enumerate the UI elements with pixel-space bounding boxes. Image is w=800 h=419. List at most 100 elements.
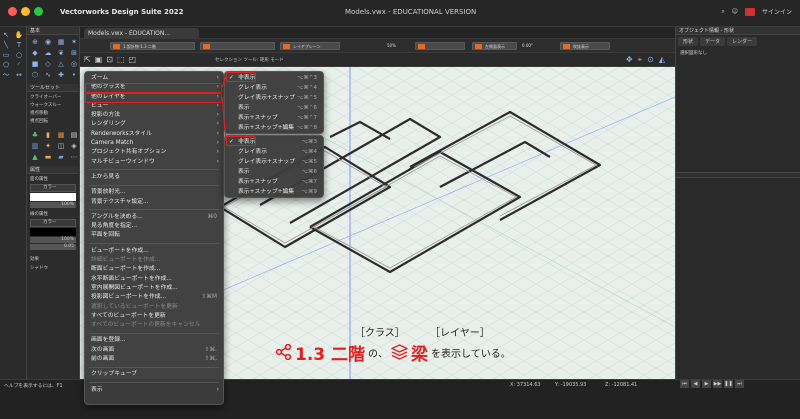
menu-item[interactable]: すべてのビューポートを更新 (85, 312, 223, 321)
line-color-swatch[interactable] (30, 228, 76, 236)
submenu-item[interactable]: 表示 ⌥⌘⌃6 (225, 103, 323, 113)
text-tool-icon[interactable]: T (13, 40, 25, 50)
menu-item[interactable]: 選択しているビューポートを更新 (85, 303, 223, 312)
menu-item[interactable]: 背景テクスチャ設定... (85, 198, 223, 207)
menu-item-display[interactable]: 表示 › (85, 386, 223, 395)
submenu-item[interactable]: 表示+スナップ+編集 ⌥⌘9 (225, 187, 323, 197)
polygon-tool-icon[interactable]: ⬠ (0, 60, 12, 70)
stair-tool-icon[interactable]: ▤ (68, 130, 80, 140)
menu-item[interactable]: レンダリング › (85, 120, 223, 129)
layer-plane-select[interactable]: レイヤプレーン (280, 42, 340, 50)
line-tool-icon[interactable]: ╲ (0, 40, 12, 50)
cloud-tool-icon[interactable]: ☁ (42, 48, 54, 58)
mode-icon-2[interactable]: ▣ (95, 55, 103, 64)
user-icon[interactable]: ☺ (732, 8, 738, 15)
snap-icon-1[interactable]: ✥ (626, 55, 633, 65)
toolset-item[interactable]: クライオーバー (30, 94, 76, 102)
grid-tool-icon[interactable]: ⊞ (68, 48, 80, 58)
zoom-window-button[interactable] (34, 7, 43, 16)
notification-icon[interactable] (744, 7, 755, 16)
star-tool-icon[interactable]: ✶ (68, 37, 80, 47)
ring-tool-icon[interactable]: ◎ (68, 59, 80, 69)
plant-tool-icon[interactable]: ♣ (29, 130, 41, 140)
submenu-item[interactable]: グレイ表示+スナップ ⌥⌘⌃5 (225, 93, 323, 103)
submenu-item[interactable]: グレイ表示 ⌥⌘⌃4 (225, 83, 323, 93)
minimize-window-button[interactable] (21, 7, 30, 16)
window-tool-icon[interactable]: ▩ (55, 130, 67, 140)
menu-item[interactable]: 前の画面 ⇧⌘, (85, 355, 223, 364)
arc-tool-icon[interactable]: ◜ (13, 60, 25, 70)
curve-tool-icon[interactable]: ∿ (42, 70, 54, 80)
triangle-tool-icon[interactable]: △ (55, 59, 67, 69)
close-window-button[interactable] (8, 7, 17, 16)
menu-item[interactable]: プロジェクト共有オプション › (85, 148, 223, 157)
selection-tool-icon[interactable]: ↖ (0, 30, 12, 40)
menu-item[interactable]: 次の画面 ⇧⌘. (85, 346, 223, 355)
mode-icon-4[interactable]: ⬚ (117, 55, 125, 64)
menu-item[interactable]: ビューポートを作成... (85, 247, 223, 256)
leaf-tool-icon[interactable]: ❦ (55, 48, 67, 58)
freehand-tool-icon[interactable]: 〜 (0, 70, 12, 80)
menu-item[interactable]: 投影の方法 › (85, 111, 223, 120)
pan-tool-icon[interactable]: ✋ (13, 30, 25, 40)
tab-data[interactable]: データ (700, 37, 726, 46)
snap-icon-4[interactable]: ◭ (659, 55, 665, 65)
menu-item-clip-cube[interactable]: クリップキューブ (85, 370, 223, 379)
document-tab[interactable]: Models.vwx - EDUCATION... (84, 28, 199, 39)
door-tool-icon[interactable]: ▮ (42, 130, 54, 140)
toolset-item[interactable]: ウォークスルー (30, 102, 76, 110)
mode-icon-3[interactable]: ⊡ (106, 55, 113, 64)
menu-item[interactable]: アングルを決める... ⌘0 (85, 213, 223, 222)
cross-tool-icon[interactable]: ✚ (55, 70, 67, 80)
zoom-level[interactable]: 50% (385, 42, 405, 50)
nav-prev-icon[interactable]: ◀ (691, 380, 700, 388)
eye-tool-icon[interactable]: ◉ (42, 37, 54, 47)
line-thickness[interactable]: 0.05 (30, 244, 76, 250)
menu-item[interactable]: 平面を回転 (85, 231, 223, 240)
class-select[interactable]: 1.設計物-1.3 二階 (110, 42, 195, 50)
snap-icon-3[interactable]: ⊙ (647, 55, 654, 65)
more-tool-icon[interactable]: ⋯ (68, 152, 80, 162)
dot-tool-icon[interactable]: • (68, 70, 80, 80)
nav-first-icon[interactable]: ⏮ (680, 380, 689, 388)
submenu-item[interactable]: グレイ表示+スナップ ⌥⌘5 (225, 157, 323, 167)
square-tool-icon[interactable]: ■ (29, 59, 41, 69)
submenu-item[interactable]: 表示+スナップ ⌥⌘⌃7 (225, 113, 323, 123)
submenu-item[interactable]: 表示 ⌥⌘6 (225, 167, 323, 177)
tab-render[interactable]: レンダー (727, 37, 758, 46)
saved-view-select[interactable]: 吹抜表示 (560, 42, 610, 50)
fill-style-select[interactable]: カラー (30, 184, 76, 192)
nav-play-icon[interactable]: ▶▶ (713, 380, 722, 388)
submenu-item[interactable]: グレイ表示 ⌥⌘4 (225, 147, 323, 157)
fill-opacity[interactable]: 100% (30, 202, 76, 208)
mode-icon-1[interactable]: ⇱ (84, 55, 91, 64)
slab-tool-icon[interactable]: ▰ (55, 152, 67, 162)
render-mode-select[interactable]: 左側面表示 (472, 42, 517, 50)
hex-tool-icon[interactable]: ⬡ (29, 70, 41, 80)
site-tool-icon[interactable]: ▲ (29, 152, 41, 162)
menu-item[interactable]: ズーム › (85, 74, 223, 83)
menu-item[interactable]: 断面ビューポートを作成... (85, 265, 223, 274)
tab-shape[interactable]: 形状 (678, 37, 699, 46)
menu-item[interactable]: マルチビューウインドウ › (85, 158, 223, 167)
line-style-select[interactable]: カラー (30, 219, 76, 227)
menu-item[interactable]: Camera Match › (85, 139, 223, 148)
toolset-item[interactable]: 視点移動 (30, 110, 76, 118)
shape-tool-icon[interactable]: ◆ (29, 48, 41, 58)
menu-item[interactable]: すべてのビューポートの更新をキャンセル (85, 321, 223, 330)
toolset-item[interactable]: 視点回転 (30, 118, 76, 126)
menu-item[interactable]: 投影図ビューポートを作成... ⇧⌘M (85, 293, 223, 302)
menu-item[interactable]: 室内展開図ビューポートを作成... (85, 284, 223, 293)
search-icon[interactable]: ⌕ (721, 8, 724, 16)
menu-item[interactable]: 水平断面ビューポートを作成... (85, 275, 223, 284)
light-tool-icon[interactable]: ✦ (42, 141, 54, 151)
menu-item[interactable]: Renderworksスタイル › (85, 130, 223, 139)
panel-divider[interactable] (676, 172, 800, 178)
signin-link[interactable]: サインイン (762, 7, 792, 16)
camera-tool-icon[interactable]: ◫ (55, 141, 67, 151)
menu-item[interactable]: 画面を登録... (85, 336, 223, 345)
menu-item[interactable]: ビュー › (85, 102, 223, 111)
fill-color-swatch[interactable] (30, 193, 76, 201)
diamond-tool-icon[interactable]: ◇ (42, 59, 54, 69)
zoom-tool-icon[interactable]: ⊕ (29, 37, 41, 47)
